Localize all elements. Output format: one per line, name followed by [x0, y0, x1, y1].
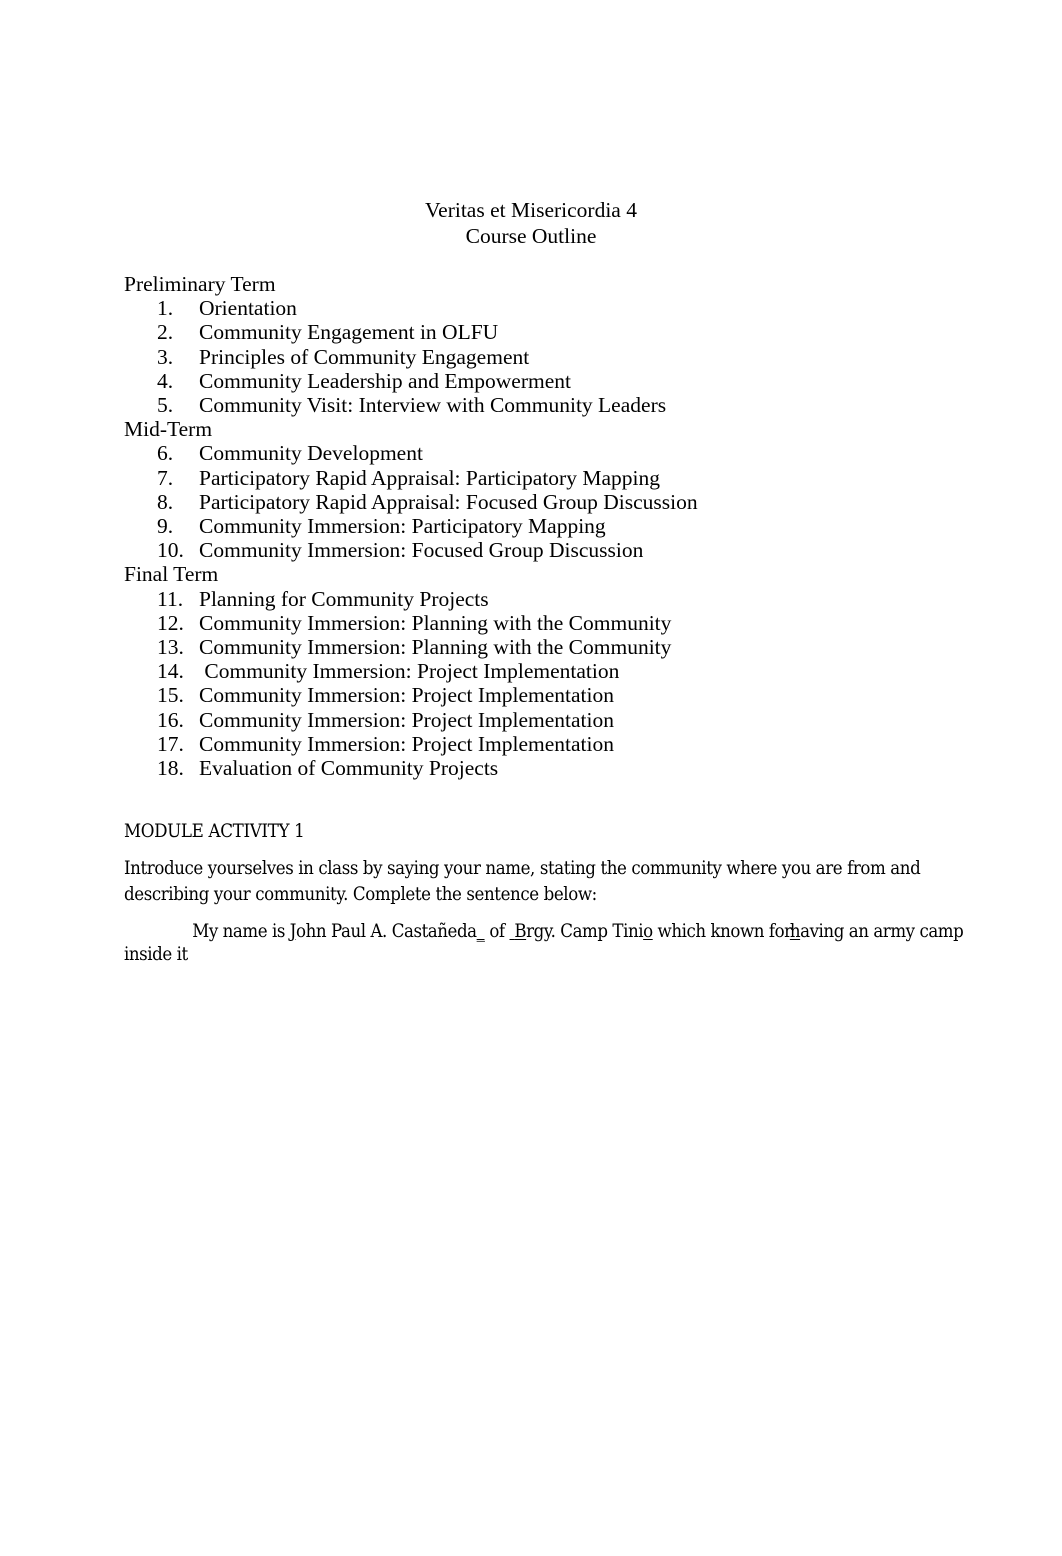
outline-item-number: 14.	[157, 659, 184, 684]
outline-item: 7. Participatory Rapid Appraisal: Partic…	[124, 466, 1004, 490]
term-heading-final: Final Term	[124, 562, 219, 587]
outline-item: 14. Community Immersion: Project Impleme…	[124, 659, 1004, 683]
answer-place-last-char: o	[643, 920, 653, 942]
outline-item-text: Participatory Rapid Appraisal: Focused G…	[199, 489, 698, 514]
student-answer: My name is John Paul A. Castañeda_ of Br…	[124, 920, 990, 966]
outline-item: 17. Community Immersion: Project Impleme…	[124, 732, 1004, 756]
outline-item: 18. Evaluation of Community Projects	[124, 756, 1004, 780]
outline-item-text: Community Immersion: Project Implementat…	[199, 731, 615, 756]
outline-item: 9. Community Immersion: Participatory Ma…	[124, 514, 1004, 538]
answer-name-rest: ohn Paul A. Castañeda	[296, 920, 477, 942]
answer-second-line: inside it	[124, 943, 188, 965]
answer-name-trailing-underscore: _	[476, 920, 485, 942]
outline-item-number: 18.	[157, 756, 184, 781]
outline-item-text: Community Immersion: Project Implementat…	[199, 707, 615, 732]
answer-description-rest: aving an army camp	[800, 920, 964, 942]
outline-item-number: 13.	[157, 635, 184, 660]
outline-item-number: 8.	[157, 489, 174, 514]
module-activity-instructions: Introduce yourselves in class by saying …	[124, 857, 926, 905]
outline-item-number: 4.	[157, 368, 174, 393]
outline-item-number: 1.	[157, 296, 174, 321]
course-outline: Preliminary Term 1. Orientation 2. Commu…	[124, 272, 1004, 780]
outline-item-number: 11.	[157, 586, 184, 611]
outline-item-text: Planning for Community Projects	[199, 586, 489, 611]
document-title-block: Veritas et Misericordia 4 Course Outline	[0, 198, 1062, 249]
outline-item: 16. Community Immersion: Project Impleme…	[124, 708, 1004, 732]
outline-item-number: 2.	[157, 320, 174, 345]
outline-item-text: Community Immersion: Planning with the C…	[199, 635, 672, 660]
outline-item: 4. Community Leadership and Empowerment	[124, 369, 1004, 393]
outline-item-text: Community Engagement in OLFU	[199, 320, 499, 345]
outline-item: 1. Orientation	[124, 296, 1004, 320]
outline-item-number: 3.	[157, 344, 174, 369]
outline-item: 2. Community Engagement in OLFU	[124, 320, 1004, 344]
module-activity-heading: MODULE ACTIVITY 1	[124, 820, 305, 842]
outline-item-number: 15.	[157, 683, 184, 708]
outline-item: 12. Community Immersion: Planning with t…	[124, 611, 1004, 635]
outline-item: 8. Participatory Rapid Appraisal: Focuse…	[124, 490, 1004, 514]
outline-item-text: Community Leadership and Empowerment	[199, 368, 571, 393]
document-subtitle: Course Outline	[465, 223, 597, 248]
answer-between-name-and-place: of	[484, 920, 510, 942]
answer-description-first-char: h	[789, 920, 801, 942]
outline-item-text: Community Immersion: Project Implementat…	[199, 659, 620, 684]
outline-item: 5. Community Visit: Interview with Commu…	[124, 393, 1004, 417]
document-title: Veritas et Misericordia 4	[425, 198, 637, 222]
outline-item-number: 17.	[157, 731, 184, 756]
outline-item-text: Participatory Rapid Appraisal: Participa…	[199, 465, 660, 490]
outline-item-text: Community Development	[199, 441, 423, 466]
answer-place-rest: rgy. Camp Tini	[526, 920, 644, 942]
outline-item-number: 7.	[157, 465, 174, 490]
outline-item-text: Community Visit: Interview with Communit…	[199, 393, 667, 418]
document-page: Veritas et Misericordia 4 Course Outline…	[0, 0, 1062, 1556]
answer-lead-in: My name is	[192, 920, 290, 942]
outline-item-text: Evaluation of Community Projects	[199, 756, 499, 781]
outline-item-text: Community Immersion: Planning with the C…	[199, 610, 672, 635]
outline-item-text: Orientation	[199, 296, 297, 321]
term-heading-preliminary: Preliminary Term	[124, 272, 276, 296]
outline-item-number: 10.	[157, 538, 184, 563]
outline-item-text: Community Immersion: Participatory Mappi…	[199, 514, 606, 539]
outline-item-text: Community Immersion: Focused Group Discu…	[199, 538, 644, 563]
outline-item: 13. Community Immersion: Planning with t…	[124, 635, 1004, 659]
outline-item-text: Principles of Community Engagement	[199, 344, 530, 369]
answer-place-first-char: B	[514, 920, 527, 942]
answer-after-place: which known fo	[652, 920, 785, 942]
outline-item-number: 9.	[157, 514, 174, 539]
term-heading-midterm: Mid-Term	[124, 417, 213, 442]
outline-item-number: 6.	[157, 441, 174, 466]
outline-item: 6. Community Development	[124, 441, 1004, 465]
outline-item: 15. Community Immersion: Project Impleme…	[124, 683, 1004, 707]
outline-item: 3. Principles of Community Engagement	[124, 345, 1004, 369]
outline-item-number: 12.	[157, 610, 184, 635]
outline-item: 11. Planning for Community Projects	[124, 587, 1004, 611]
outline-item-number: 16.	[157, 707, 184, 732]
outline-item-number: 5.	[157, 393, 174, 418]
outline-item-text: Community Immersion: Project Implementat…	[199, 683, 615, 708]
outline-item: 10. Community Immersion: Focused Group D…	[124, 538, 1004, 562]
